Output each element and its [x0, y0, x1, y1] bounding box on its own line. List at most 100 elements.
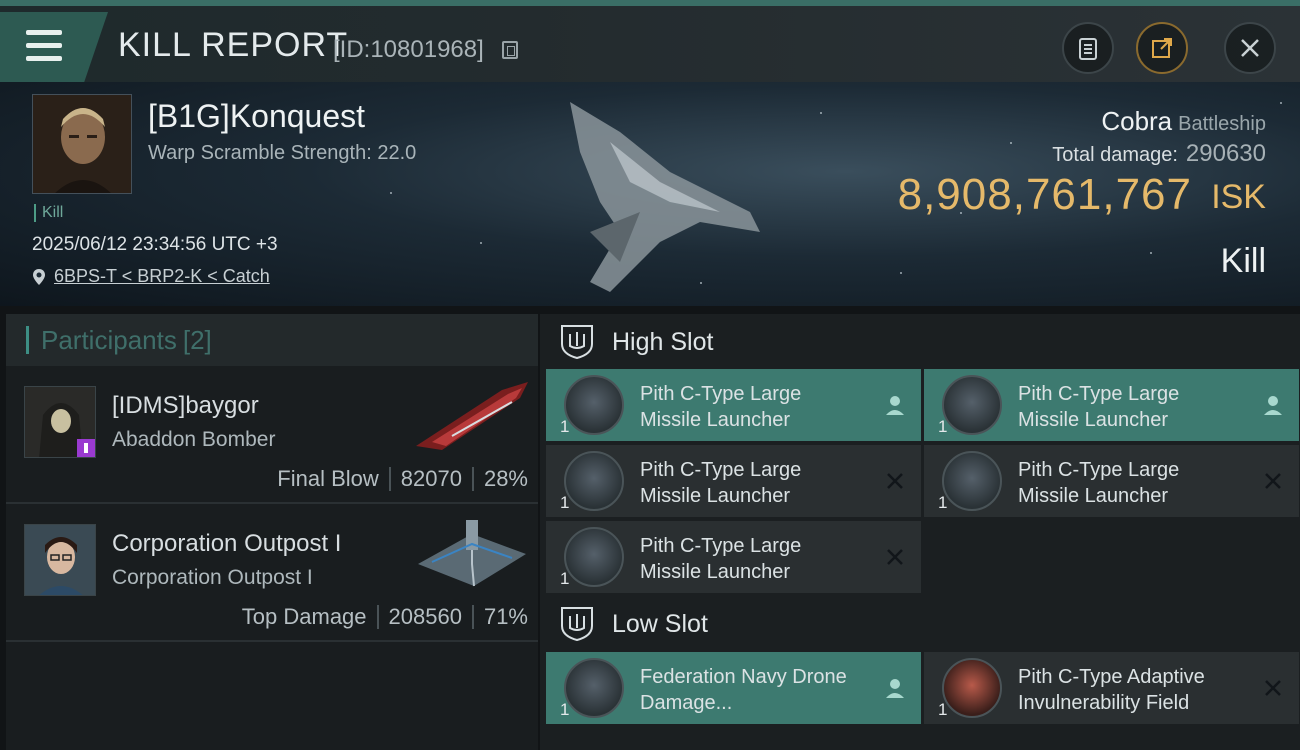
victim-ship: Cobra Battleship — [1101, 106, 1266, 137]
module-quantity: 1 — [938, 700, 948, 719]
stat-divider — [388, 467, 391, 491]
victim-name[interactable]: [B1G]Konquest — [148, 98, 365, 135]
fitting-panel: High Slot 1 Pith C-Type Large Missile La… — [540, 314, 1300, 750]
participant-percent: 28% — [483, 466, 528, 491]
module-quantity: 1 — [938, 417, 948, 436]
low-slot-header: Low Slot — [540, 596, 1300, 652]
kill-summary: [B1G]Konquest Warp Scramble Strength: 22… — [0, 82, 1300, 306]
module-item[interactable]: 1 Pith C-Type Large Missile Launcher — [546, 445, 921, 517]
dropped-icon — [1264, 396, 1282, 415]
module-quantity: 1 — [560, 493, 570, 512]
victim-avatar[interactable] — [32, 94, 132, 194]
module-item[interactable]: 1 Pith C-Type Large Missile Launcher — [546, 521, 921, 593]
clipboard-icon — [1079, 38, 1097, 60]
missile-launcher-icon — [564, 451, 624, 511]
participant-ship-image — [416, 382, 528, 450]
module-name: Pith C-Type Large Missile Launcher — [1018, 459, 1180, 507]
low-slot-title: Low Slot — [612, 609, 708, 638]
participants-panel: Participants [2] [IDMS]baygor Abaddon Bo… — [6, 314, 538, 750]
module-item[interactable]: 1 Pith C-Type Adaptive Invulnerability F… — [924, 652, 1299, 724]
destroyed-icon — [887, 549, 903, 565]
module-quantity: 1 — [560, 417, 570, 436]
dropped-icon — [886, 396, 904, 415]
participants-header[interactable]: Participants [2] — [6, 314, 538, 366]
header-accent-bar — [26, 326, 29, 354]
menu-icon-bar — [26, 56, 62, 61]
location-pin-icon — [33, 269, 45, 285]
module-item[interactable]: 1 Pith C-Type Large Missile Launcher — [924, 369, 1299, 441]
module-name: Pith C-Type Large Missile Launcher — [640, 535, 802, 583]
total-damage: Total damage: 290630 — [1052, 140, 1266, 168]
participant-name[interactable]: [IDMS]baygor — [112, 392, 259, 420]
participant-name[interactable]: Corporation Outpost I — [112, 530, 341, 558]
module-quantity: 1 — [938, 493, 948, 512]
module-item[interactable]: 1 Pith C-Type Large Missile Launcher — [924, 445, 1299, 517]
drone-damage-amplifier-icon — [564, 658, 624, 718]
share-button[interactable] — [1136, 22, 1188, 74]
module-name: Pith C-Type Large Missile Launcher — [640, 459, 802, 507]
module-quantity: 1 — [560, 700, 570, 719]
invulnerability-field-icon — [942, 658, 1002, 718]
stat-divider — [471, 467, 474, 491]
participants-count: [2] — [182, 324, 212, 355]
module-name: Pith C-Type Adaptive Invulnerability Fie… — [1018, 666, 1205, 714]
destroyed-icon — [1265, 473, 1281, 489]
participants-title: Participants — [41, 324, 177, 355]
missile-launcher-icon — [942, 451, 1002, 511]
participant-damage: 208560 — [388, 604, 462, 629]
warp-scramble-strength: Warp Scramble Strength: 22.0 — [148, 142, 417, 164]
destroyed-icon — [887, 473, 903, 489]
location-link[interactable]: 6BPS-T < BRP2-K < Catch — [54, 266, 270, 287]
menu-icon-bar — [26, 43, 62, 48]
missile-launcher-icon — [942, 375, 1002, 435]
isk-label: ISK — [1211, 178, 1266, 216]
stat-divider — [376, 605, 379, 629]
participant-avatar[interactable] — [24, 524, 96, 596]
close-icon — [1241, 39, 1259, 57]
module-item[interactable]: 1 Federation Navy Drone Damage... — [546, 652, 921, 724]
clipboard-button[interactable] — [1062, 22, 1114, 74]
kill-tag: Kill — [34, 204, 63, 222]
isk-value: 8,908,761,767 — [897, 170, 1192, 219]
missile-launcher-icon — [564, 527, 624, 587]
participant-role: Final Blow — [277, 466, 379, 491]
participant-ship-image — [418, 520, 526, 587]
participant-role: Top Damage — [241, 604, 367, 629]
page-title: KILL REPORT — [118, 26, 349, 64]
share-icon — [1152, 38, 1172, 58]
participant-stats: Final Blow 82070 28% — [277, 466, 528, 492]
close-button[interactable] — [1224, 22, 1276, 74]
participant-percent: 71% — [483, 604, 528, 629]
destroyed-icon — [1265, 680, 1281, 696]
dropped-icon — [886, 679, 904, 698]
participant-ship: Abaddon Bomber — [112, 428, 276, 451]
participant-row[interactable]: Corporation Outpost I Corporation Outpos… — [6, 504, 538, 642]
copy-icon[interactable] — [502, 41, 518, 59]
module-name: Federation Navy Drone Damage... — [640, 666, 847, 714]
high-slot-title: High Slot — [612, 327, 714, 356]
high-slot-icon — [561, 325, 593, 360]
menu-button[interactable] — [0, 12, 108, 82]
high-slot-header: High Slot — [540, 314, 1300, 370]
module-item[interactable]: 1 Pith C-Type Large Missile Launcher — [546, 369, 921, 441]
victim-ship-render — [570, 102, 760, 292]
ship-name: Cobra — [1101, 106, 1173, 136]
module-name: Pith C-Type Large Missile Launcher — [640, 383, 802, 431]
total-damage-value: 290630 — [1185, 140, 1266, 167]
title-bar: KILL REPORT [ID:10801968] — [0, 0, 1300, 82]
participant-ship: Corporation Outpost I — [112, 566, 313, 589]
participant-damage: 82070 — [400, 466, 462, 491]
participant-row[interactable]: [IDMS]baygor Abaddon Bomber Final Blow 8… — [6, 366, 538, 504]
report-id: [ID:10801968] — [333, 36, 484, 63]
kill-result: Kill — [1220, 242, 1266, 280]
participant-avatar[interactable] — [24, 386, 96, 458]
low-slot-icon — [561, 607, 593, 642]
participant-stats: Top Damage 208560 71% — [242, 604, 528, 630]
ship-class: Battleship — [1178, 113, 1266, 135]
kill-datetime: 2025/06/12 23:34:56 UTC +3 — [32, 234, 278, 255]
module-name: Pith C-Type Large Missile Launcher — [1018, 383, 1180, 431]
module-quantity: 1 — [560, 569, 570, 588]
stat-divider — [471, 605, 474, 629]
menu-icon — [26, 30, 62, 35]
total-damage-label: Total damage: — [1052, 144, 1178, 166]
